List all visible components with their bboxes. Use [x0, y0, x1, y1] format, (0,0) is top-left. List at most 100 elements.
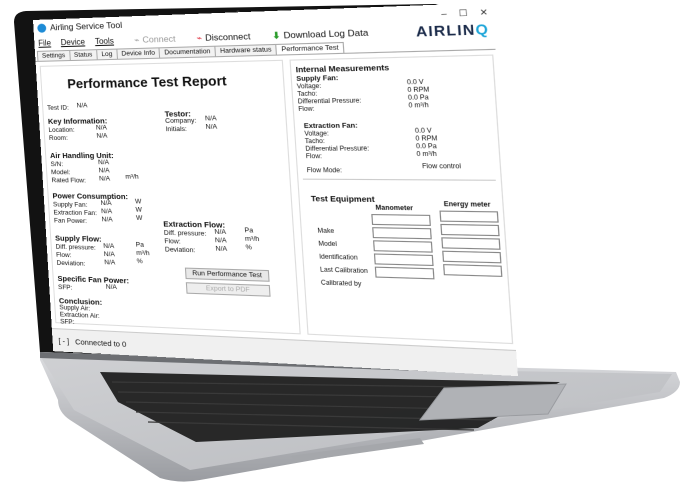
manometer-model-input[interactable]	[372, 227, 432, 240]
tab-settings[interactable]: Settings	[36, 49, 71, 61]
internal-heading: Internal Measurements	[295, 62, 390, 75]
supply-dev-label: Deviation:	[56, 259, 86, 268]
room-value: N/A	[96, 132, 108, 140]
report-panel: Performance Test Report Test ID: N/A Key…	[39, 59, 301, 335]
minimize-button[interactable]: –	[441, 8, 447, 18]
supply-tacho-value: 0 RPM	[407, 87, 430, 95]
extraction-voltage-value: 0.0 V	[414, 128, 432, 135]
conclusion-sfp-label: SFP:	[60, 318, 75, 327]
extraction-diff-label: Diff. pressure:	[163, 229, 207, 238]
download-log-button[interactable]: ⬇ Download Log Data	[272, 26, 369, 41]
test-equipment-heading: Test Equipment	[310, 193, 375, 205]
supply-diff-value: N/A	[103, 242, 115, 251]
extraction-diff-unit: Pa	[244, 226, 254, 235]
rated-flow-value: N/A	[98, 175, 111, 183]
supply-flow-label: Flow:	[55, 251, 72, 260]
menu-device[interactable]: Device	[60, 37, 85, 47]
brand-logo: AIRLINQ	[415, 20, 490, 40]
sn-label: S/N:	[50, 161, 64, 169]
supply-dev-unit: %	[136, 257, 143, 266]
fan-power-label: Fan Power:	[53, 217, 88, 226]
model-value: N/A	[98, 167, 110, 175]
energy-identification-input[interactable]	[441, 237, 501, 250]
extraction-fan-unit: W	[135, 206, 143, 214]
supply-tacho-label: Tacho:	[297, 91, 318, 99]
tab-status[interactable]: Status	[68, 49, 98, 61]
extraction-dev-unit: %	[245, 243, 253, 252]
disconnect-button[interactable]: ⌁ Disconnect	[196, 30, 251, 43]
unplug-icon: ⌁	[196, 31, 203, 43]
menu-tools[interactable]: Tools	[95, 36, 114, 46]
supply-flow-heading: Supply Flow:	[54, 233, 102, 244]
supply-dev-value: N/A	[104, 259, 116, 267]
fan-power-value: N/A	[101, 216, 113, 224]
test-id-value: N/A	[76, 102, 88, 110]
supply-diffpressure-label: Differential Pressure:	[297, 98, 362, 106]
supply-fan-heading: Supply Fan:	[296, 74, 339, 84]
sn-value: N/A	[97, 159, 110, 167]
sfp-label: SFP:	[57, 283, 73, 292]
location-label: Location:	[48, 126, 75, 134]
tab-hardware-status[interactable]: Hardware status	[214, 43, 278, 57]
fan-power-unit: W	[135, 214, 143, 222]
manometer-identification-input[interactable]	[373, 240, 433, 253]
connect-button[interactable]: ⌁ Connect	[134, 33, 176, 46]
supply-diff-label: Diff. pressure:	[55, 243, 96, 252]
extraction-tacho-label: Tacho:	[304, 138, 326, 146]
energy-make-input[interactable]	[439, 210, 499, 223]
measurements-panel: Internal Measurements Supply Fan: Voltag…	[289, 54, 514, 345]
location-value: N/A	[95, 124, 108, 132]
extraction-diffpressure-value: 0.0 Pa	[415, 143, 438, 151]
app-logo-icon	[37, 23, 47, 33]
run-performance-test-button[interactable]: Run Performance Test	[184, 267, 270, 282]
tab-performance-test[interactable]: Performance Test	[275, 41, 345, 55]
extraction-flow-value: N/A	[214, 236, 227, 245]
manometer-last-calibration-input[interactable]	[373, 253, 434, 267]
close-button[interactable]: ✕	[479, 7, 488, 17]
tab-device-info[interactable]: Device Info	[116, 47, 161, 59]
supply-fan-value: N/A	[100, 199, 112, 208]
window-controls: – ☐ ✕	[441, 7, 488, 19]
extraction-dev-label: Deviation:	[164, 246, 196, 255]
energy-calibrated-by-input[interactable]	[443, 264, 503, 277]
energy-last-calibration-input[interactable]	[442, 250, 502, 264]
initials-value: N/A	[205, 123, 218, 131]
supply-fan-label: Supply Fan:	[52, 201, 88, 209]
extraction-voltage-label: Voltage:	[304, 131, 330, 138]
extraction-dev-value: N/A	[215, 245, 228, 254]
download-icon: ⬇	[272, 29, 281, 41]
power-heading: Power Consumption:	[52, 191, 129, 202]
supply-diffpressure-value: 0.0 Pa	[407, 94, 429, 102]
extraction-diff-value: N/A	[214, 228, 227, 237]
test-id-label: Test ID:	[46, 104, 70, 112]
supply-fan-unit: W	[134, 198, 142, 206]
manometer-calibrated-by-input[interactable]	[374, 266, 435, 280]
equipment-row-calibrated-by: Calibrated by	[320, 280, 362, 289]
maximize-button[interactable]: ☐	[458, 8, 467, 18]
supply-diff-unit: Pa	[135, 241, 145, 249]
equipment-row-model: Model	[318, 241, 338, 249]
extraction-fan-heading: Extraction Fan:	[303, 122, 358, 131]
extraction-fan-flow-value: 0 m³/h	[416, 151, 438, 159]
energy-meter-column-header: Energy meter	[443, 201, 491, 209]
tab-documentation[interactable]: Documentation	[158, 45, 217, 58]
supply-voltage-label: Voltage:	[296, 83, 322, 91]
company-value: N/A	[204, 115, 217, 123]
manometer-column-header: Manometer	[375, 205, 414, 213]
tab-log[interactable]: Log	[96, 48, 118, 60]
report-title: Performance Test Report	[66, 72, 228, 92]
supply-flow-unit: m³/h	[136, 249, 150, 258]
export-pdf-button[interactable]: Export to PDF	[185, 282, 271, 297]
connection-indicator: [ - ]	[58, 335, 70, 346]
rated-flow-label: Rated Flow:	[51, 177, 87, 185]
menu-file[interactable]: File	[38, 38, 51, 47]
energy-model-input[interactable]	[440, 223, 500, 237]
manometer-make-input[interactable]	[371, 213, 431, 226]
supply-fan-flow-value: 0 m³/h	[408, 102, 430, 110]
initials-label: Initials:	[165, 125, 188, 134]
app-window: Airling Service Tool – ☐ ✕ File Device T…	[33, 2, 518, 377]
model-label: Model:	[50, 169, 71, 177]
rated-flow-unit: m³/h	[125, 173, 139, 181]
room-label: Room:	[48, 134, 69, 142]
extraction-flow-unit: m³/h	[244, 235, 260, 244]
